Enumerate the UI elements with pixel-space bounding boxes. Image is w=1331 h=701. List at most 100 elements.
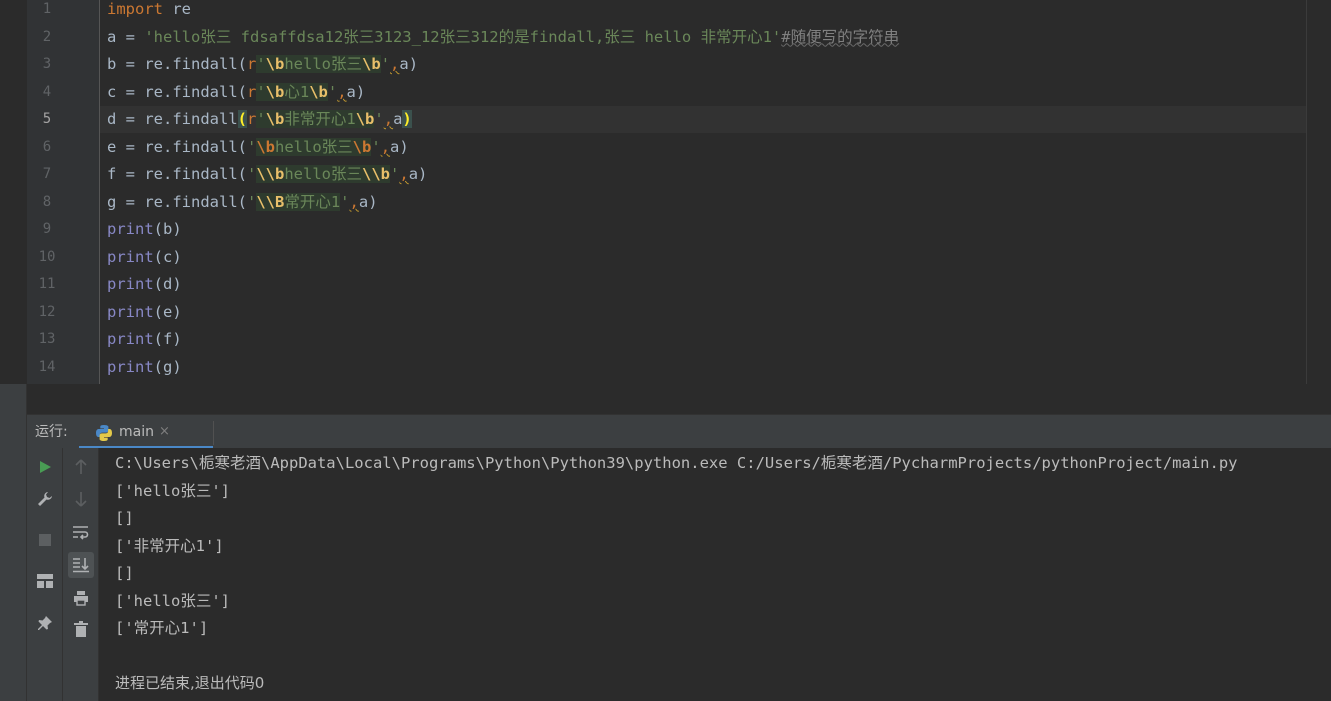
console-exit-message: 进程已结束,退出代码0 xyxy=(115,674,265,692)
code-line-11[interactable]: print(d) xyxy=(107,271,182,299)
line-number: 11 xyxy=(38,276,56,292)
run-tool-window-header: 运行: main × xyxy=(27,414,1331,449)
regex-escape: \b xyxy=(309,82,328,101)
code-line-1[interactable]: import re xyxy=(107,0,191,24)
code-text: g = re.findall( xyxy=(107,192,247,211)
gutter-divider xyxy=(99,0,100,384)
code-line-12[interactable]: print(e) xyxy=(107,299,182,327)
pin-button[interactable] xyxy=(32,610,58,636)
code-line-3[interactable]: b = re.findall(r'\bhello张三\b',a) xyxy=(107,51,418,79)
string-quote: ' xyxy=(256,110,266,128)
code-text: b = re.findall( xyxy=(107,55,247,73)
line-number: 2 xyxy=(42,28,52,45)
tab-divider xyxy=(213,421,214,445)
string-quote: ' xyxy=(246,192,257,211)
raw-prefix: r xyxy=(246,82,257,101)
line-number: 13 xyxy=(38,331,56,347)
regex-escape: \b xyxy=(256,137,275,156)
comma-warning: , xyxy=(390,55,400,73)
line-number: 4 xyxy=(42,83,52,100)
editor-bottom-spacer xyxy=(27,384,1331,414)
settings-button[interactable] xyxy=(32,486,58,512)
layout-button[interactable] xyxy=(32,568,58,594)
builtin-print: print xyxy=(107,220,154,238)
code-line-14[interactable]: print(g) xyxy=(107,354,182,382)
code-text: a = xyxy=(107,27,145,46)
string-quote: ' xyxy=(246,165,257,183)
clear-all-button[interactable] xyxy=(68,616,94,642)
line-number: 12 xyxy=(38,303,56,320)
string-quote: ' xyxy=(371,137,381,156)
comma-warning: , xyxy=(380,137,391,156)
string-quote: ' xyxy=(380,55,391,73)
code-line-7[interactable]: f = re.findall('\\bhello张三\\b',a) xyxy=(107,161,427,189)
code-text: f = re.findall( xyxy=(107,165,247,183)
regex-escape: \b xyxy=(265,110,285,128)
next-occurrence-button[interactable] xyxy=(68,486,94,512)
tab-label: main xyxy=(119,424,154,440)
arrow-down-icon xyxy=(75,492,87,507)
comma-warning: , xyxy=(383,110,394,128)
wrench-icon xyxy=(38,492,52,506)
code-line-8[interactable]: g = re.findall('\\B常开心1',a) xyxy=(107,189,378,217)
pin-icon xyxy=(38,616,52,630)
regex-escape: \\b xyxy=(362,165,390,183)
code-text: a) xyxy=(390,137,409,156)
code-text: e = re.findall( xyxy=(107,137,247,156)
code-text: re xyxy=(163,0,191,18)
soft-wrap-icon xyxy=(73,526,89,540)
string-quote: ' xyxy=(390,165,400,183)
regex-escape: \b xyxy=(355,110,375,128)
regex-body: hello张三 xyxy=(284,165,362,183)
code-text: (e) xyxy=(153,302,182,321)
code-text: a) xyxy=(346,82,366,101)
code-line-4[interactable]: c = re.findall(r'\b心1\b',a) xyxy=(107,79,365,107)
code-text: (b) xyxy=(153,220,182,238)
layout-icon xyxy=(37,574,53,588)
run-icon xyxy=(40,461,51,473)
regex-escape: \\b xyxy=(256,165,285,183)
code-line-2[interactable]: a = 'hello张三 fdsaffdsa12张三3123_12张三312的是… xyxy=(107,24,899,52)
console-line: [] xyxy=(115,509,134,527)
stop-button[interactable] xyxy=(32,527,58,553)
code-text: (f) xyxy=(153,330,182,348)
keyword-import: import xyxy=(107,0,163,18)
print-button[interactable] xyxy=(68,585,94,611)
close-icon[interactable]: × xyxy=(159,415,170,449)
code-editor[interactable]: 1 2 3 4 5 6 7 8 9 10 11 12 13 14 import … xyxy=(0,0,1331,384)
run-console[interactable]: C:\Users\栀寒老酒\AppData\Local\Programs\Pyt… xyxy=(99,448,1331,701)
python-icon xyxy=(96,425,112,441)
console-line: ['hello张三'] xyxy=(115,481,230,500)
matched-paren: ) xyxy=(402,110,412,128)
code-line-9[interactable]: print(b) xyxy=(107,216,182,244)
run-label: 运行: xyxy=(35,424,68,440)
code-line-13[interactable]: print(f) xyxy=(107,326,182,354)
line-number: 7 xyxy=(42,166,52,182)
regex-body: hello张三 xyxy=(284,55,363,73)
regex-body: 心1 xyxy=(284,82,310,101)
arrow-up-icon xyxy=(75,459,87,474)
code-comment: #随便写的字符串 xyxy=(781,27,900,46)
code-text: a) xyxy=(408,165,428,183)
code-line-5[interactable]: d = re.findall(r'\b非常开心1\b',a) xyxy=(107,106,412,134)
tab-main[interactable]: main × xyxy=(79,415,213,449)
regex-escape: \b xyxy=(362,55,381,73)
builtin-print: print xyxy=(107,330,154,348)
line-number: 6 xyxy=(42,138,52,155)
previous-occurrence-button[interactable] xyxy=(68,454,94,480)
soft-wrap-button[interactable] xyxy=(68,520,94,546)
right-margin-guide xyxy=(1306,0,1307,384)
regex-escape: \\B xyxy=(256,192,285,211)
builtin-print: print xyxy=(107,302,154,321)
builtin-print: print xyxy=(107,357,154,376)
code-line-10[interactable]: print(c) xyxy=(107,244,182,272)
code-line-6[interactable]: e = re.findall('\bhello张三\b',a) xyxy=(107,134,409,162)
string-literal: 'hello张三 fdsaffdsa12张三3123_12张三312的是find… xyxy=(144,27,782,46)
comma-warning: , xyxy=(349,192,359,211)
code-text: c = re.findall( xyxy=(107,82,247,101)
run-toolbar-secondary xyxy=(63,448,99,701)
rerun-button[interactable] xyxy=(32,454,58,480)
scroll-to-end-button[interactable] xyxy=(68,552,94,578)
string-quote: ' xyxy=(327,82,338,101)
raw-prefix: r xyxy=(246,55,257,73)
